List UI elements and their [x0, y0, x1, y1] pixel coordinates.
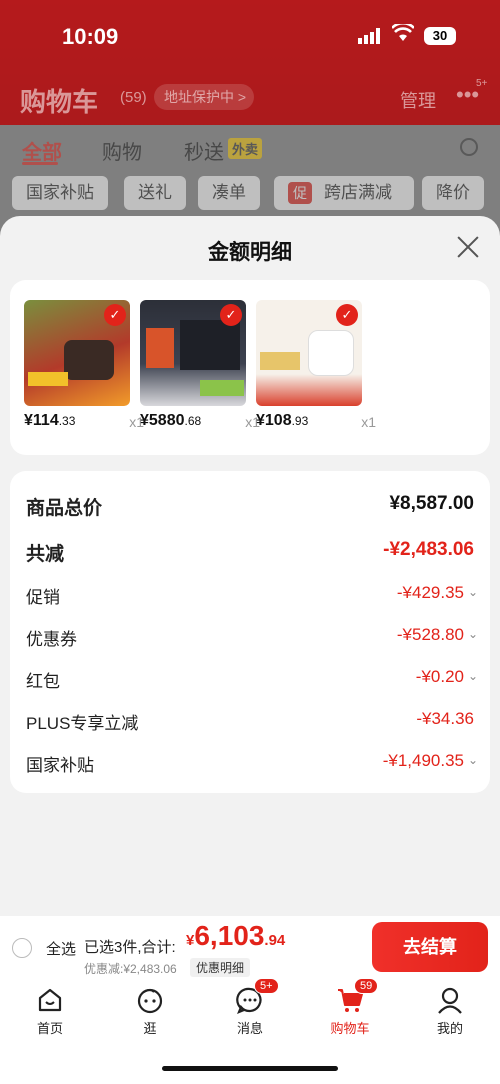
tab-cart-label: 购物车	[330, 1021, 370, 1036]
coupon-value: -¥528.80	[396, 625, 464, 644]
redpack-row[interactable]: 红包 -¥0.20 ⌄	[26, 663, 478, 693]
price-summary: 商品总价 ¥8,587.00 共减 -¥2,483.06 促销 -¥429.35…	[10, 471, 490, 793]
signal-icon	[358, 28, 380, 44]
coupon-label: 优惠券	[26, 630, 77, 649]
tab-shopping[interactable]: 购物	[102, 136, 142, 165]
total-label: 商品总价	[26, 498, 103, 519]
plus-row: PLUS专享立减 -¥34.36	[26, 705, 474, 735]
cart-badge: 59	[354, 978, 379, 994]
tab-browse-label: 逛	[143, 1021, 157, 1036]
discount-text: 优惠减:¥2,483.06	[84, 962, 177, 976]
tab-home[interactable]: 首页	[20, 986, 80, 1037]
product-item[interactable]: ✓ ¥114.33 x1	[24, 300, 144, 430]
home-icon	[36, 986, 64, 1014]
chip-subsidy[interactable]: 国家补贴	[12, 176, 108, 210]
checkout-button[interactable]: 去结算	[372, 922, 488, 972]
tab-underline	[22, 162, 58, 165]
battery-icon: 30	[424, 27, 456, 45]
reduce-value: -¥2,483.06	[383, 539, 474, 560]
more-badge: 5+	[476, 78, 488, 89]
subsidy-value: -¥1,490.35	[382, 751, 464, 770]
chip-gift[interactable]: 送礼	[124, 176, 186, 210]
browse-icon	[136, 986, 164, 1014]
product-list: ✓ ¥114.33 x1 ✓ ¥5880.68 x1 ✓ ¥108.93 x1	[10, 280, 490, 455]
discount-detail-button[interactable]: 优惠明细	[190, 958, 251, 977]
summary-total-row: 商品总价 ¥8,587.00	[26, 489, 474, 519]
manage-button[interactable]: 管理	[400, 87, 436, 113]
flash-tag: 外卖	[228, 138, 263, 159]
plus-value: -¥34.36	[416, 709, 474, 728]
select-all-label[interactable]: 全选	[46, 938, 76, 959]
cart-icon: 59	[336, 978, 379, 1014]
profile-icon	[436, 986, 464, 1014]
product-image: ✓	[24, 300, 130, 406]
page-title: 购物车	[20, 87, 99, 117]
redpack-label: 红包	[26, 672, 60, 691]
status-bar: 10:09 30	[0, 0, 500, 70]
coupon-row[interactable]: 优惠券 -¥528.80 ⌄	[26, 621, 478, 651]
message-badge: 5+	[254, 978, 279, 994]
tab-mine-label: 我的	[436, 1021, 463, 1036]
checkout-bar: 全选 已选3件,合计: ¥6,103.94 优惠减:¥2,483.06 优惠明细…	[0, 916, 500, 978]
wifi-icon	[392, 24, 414, 41]
check-icon: ✓	[104, 304, 126, 326]
subsidy-label: 国家补贴	[26, 756, 94, 775]
chip-cross-store-label: 跨店满减	[324, 183, 392, 202]
promo-row[interactable]: 促销 -¥429.35 ⌄	[26, 579, 478, 609]
tab-browse[interactable]: 逛	[120, 986, 180, 1037]
tab-cart[interactable]: 59 购物车	[320, 978, 380, 1037]
product-item[interactable]: ✓ ¥108.93 x1	[256, 300, 376, 430]
tab-all[interactable]: 全部	[22, 136, 62, 165]
promo-tag: 促	[288, 182, 312, 204]
product-qty: x1	[361, 414, 376, 430]
home-indicator	[162, 1066, 338, 1071]
tab-messages-label: 消息	[236, 1021, 263, 1036]
check-icon: ✓	[336, 304, 358, 326]
chip-bundle[interactable]: 凑单	[198, 176, 260, 210]
status-time: 10:09	[62, 24, 119, 49]
message-icon: 5+	[236, 978, 279, 1014]
product-price: ¥108.93	[256, 412, 309, 429]
reduce-label: 共减	[26, 544, 65, 565]
product-image: ✓	[140, 300, 246, 406]
tab-mine[interactable]: 我的	[420, 986, 480, 1037]
cart-count: (59)	[120, 89, 147, 106]
selected-info: 已选3件,合计:	[84, 939, 176, 956]
chip-price-drop[interactable]: 降价	[422, 176, 484, 210]
cart-tabs: 全部 购物 秒送 外卖	[0, 128, 500, 172]
promo-value: -¥429.35	[396, 583, 464, 602]
chevron-down-icon: ⌄	[467, 753, 478, 767]
product-image: ✓	[256, 300, 362, 406]
product-price: ¥5880.68	[140, 412, 202, 429]
redpack-value: -¥0.20	[415, 667, 464, 686]
total-amount: ¥6,103.94	[186, 920, 286, 951]
subsidy-row[interactable]: 国家补贴 -¥1,490.35 ⌄	[26, 747, 478, 777]
chevron-down-icon: ⌄	[467, 585, 478, 599]
check-icon: ✓	[220, 304, 242, 326]
close-icon[interactable]	[457, 236, 479, 258]
chevron-down-icon: ⌄	[467, 669, 478, 683]
tab-flash[interactable]: 秒送	[184, 136, 224, 165]
filter-chips: 国家补贴 送礼 凑单 跨店满减 促 降价	[0, 176, 500, 212]
cart-header: 购物车 (59) 地址保护中 > 管理 ••• 5+	[20, 78, 490, 118]
product-item[interactable]: ✓ ¥5880.68 x1	[140, 300, 260, 430]
select-all-radio[interactable]	[12, 938, 32, 958]
total-value: ¥8,587.00	[389, 493, 474, 514]
chevron-down-icon: ⌄	[467, 627, 478, 641]
sheet-title: 金额明细	[208, 241, 292, 264]
tab-messages[interactable]: 5+ 消息	[220, 978, 280, 1037]
promo-label: 促销	[26, 588, 60, 607]
product-price: ¥114.33	[24, 412, 76, 429]
search-icon[interactable]	[460, 138, 478, 156]
summary-reduce-row: 共减 -¥2,483.06	[26, 535, 474, 565]
address-protect-button[interactable]: 地址保护中 >	[154, 84, 255, 110]
tab-home-label: 首页	[36, 1021, 63, 1036]
plus-label: PLUS专享立减	[26, 714, 139, 733]
